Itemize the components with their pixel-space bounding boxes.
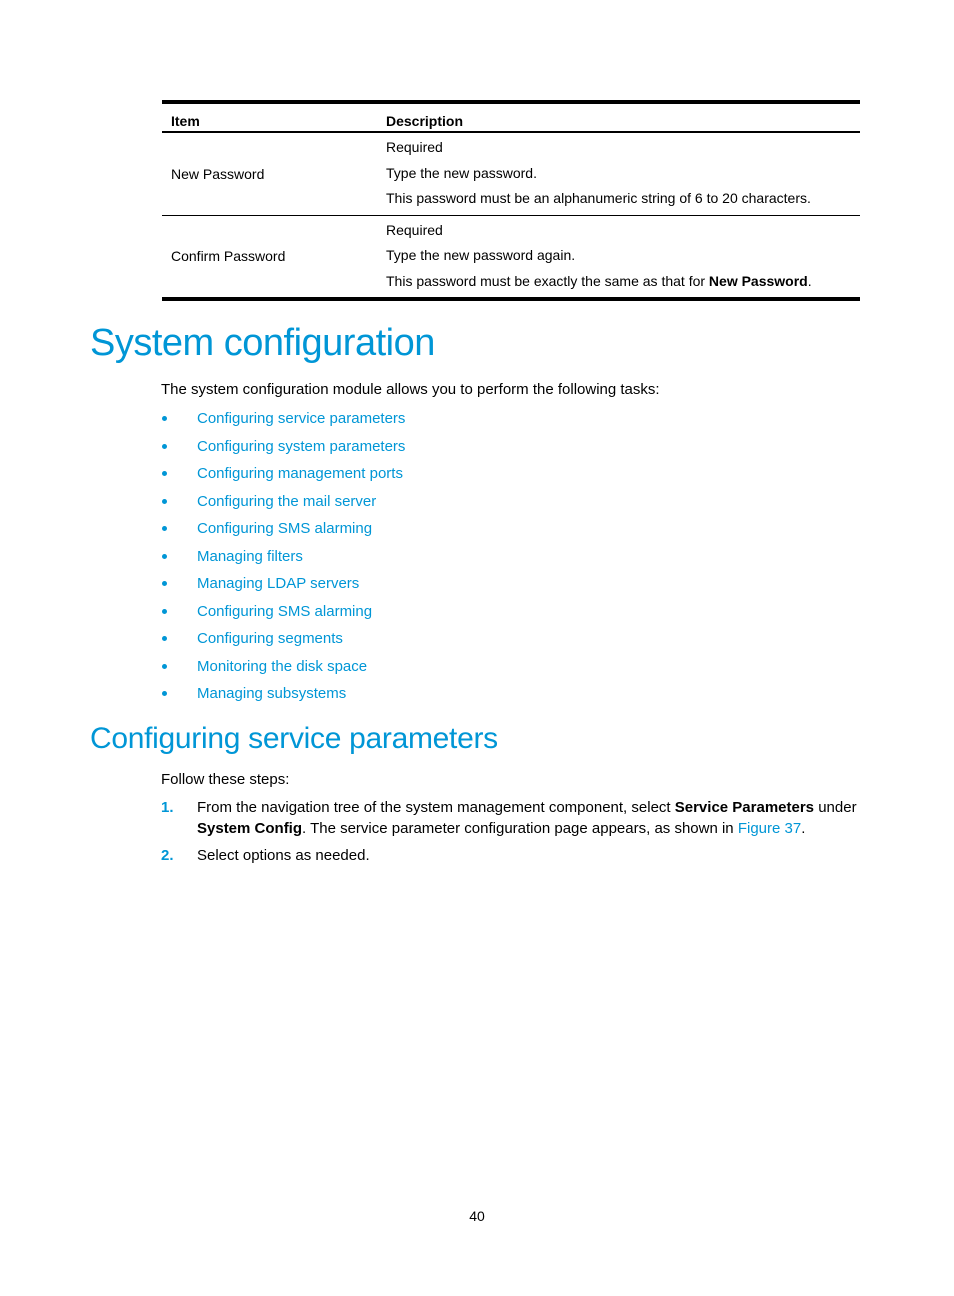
step-text-part: .	[801, 820, 806, 837]
bullet-icon	[162, 581, 167, 587]
steps-list: 1. From the navigation tree of the syste…	[161, 797, 871, 872]
figure-link[interactable]: Figure 37	[738, 820, 801, 837]
desc-line: This password must be an alphanumeric st…	[386, 190, 811, 206]
task-link[interactable]: Managing LDAP servers	[197, 570, 359, 598]
task-link[interactable]: Configuring management ports	[197, 460, 403, 488]
bullet-icon	[162, 608, 167, 614]
bullet-icon	[162, 498, 167, 504]
task-link[interactable]: Configuring segments	[197, 625, 343, 653]
section-title-configuring-service-parameters: Configuring service parameters	[90, 722, 498, 755]
task-link[interactable]: Configuring SMS alarming	[197, 515, 372, 543]
row-description: Required Type the new password. This pas…	[386, 133, 860, 215]
section-title-system-configuration: System configuration	[90, 322, 435, 364]
header-item: Item	[171, 113, 200, 129]
task-link[interactable]: Configuring service parameters	[197, 405, 405, 433]
row-description: Required Type the new password again. Th…	[386, 216, 860, 298]
step-item: 2. Select options as needed.	[161, 845, 871, 866]
list-item: Managing LDAP servers	[160, 570, 405, 598]
bullet-icon	[162, 663, 167, 669]
step-text-part: under	[814, 799, 857, 816]
bullet-icon	[162, 636, 167, 642]
step-text: From the navigation tree of the system m…	[197, 797, 871, 839]
list-item: Configuring system parameters	[160, 433, 405, 461]
task-link[interactable]: Configuring the mail server	[197, 488, 376, 516]
task-link[interactable]: Managing filters	[197, 543, 303, 571]
step-number: 1.	[161, 799, 174, 816]
desc-line: This password must be exactly the same a…	[386, 269, 860, 295]
bullet-icon	[162, 443, 167, 449]
row-item: New Password	[171, 165, 265, 182]
desc-line: Required	[386, 221, 443, 238]
list-item: Configuring SMS alarming	[160, 515, 405, 543]
list-item: Monitoring the disk space	[160, 653, 405, 681]
step-text-part: From the navigation tree of the system m…	[197, 799, 675, 816]
list-item: Managing filters	[160, 543, 405, 571]
header-description: Description	[386, 113, 464, 129]
task-link[interactable]: Monitoring the disk space	[197, 653, 367, 681]
parameter-table: Item Description New Password Required T…	[162, 100, 860, 301]
desc-line: Type the new password again.	[386, 247, 576, 263]
list-item: Configuring SMS alarming	[160, 598, 405, 626]
desc-bold-term: New Password	[708, 272, 808, 289]
desc-line: Required	[386, 139, 443, 155]
page-number: 40	[469, 1208, 485, 1224]
step-text-part: . The service parameter configuration pa…	[302, 820, 738, 837]
step-bold-term: System Config	[197, 820, 303, 837]
step-bold-term: Service Parameters	[674, 799, 815, 816]
steps-intro: Follow these steps:	[161, 771, 290, 788]
bullet-icon	[162, 553, 167, 559]
desc-line: Type the new password.	[386, 164, 537, 181]
list-item: Configuring segments	[160, 625, 405, 653]
desc-text: This password must be exactly the same a…	[386, 272, 709, 289]
table-header: Item Description	[162, 104, 860, 133]
task-link-list: Configuring service parameters Configuri…	[160, 405, 405, 708]
bullet-icon	[162, 416, 167, 422]
list-item: Configuring the mail server	[160, 488, 405, 516]
bullet-icon	[162, 471, 167, 477]
task-link[interactable]: Managing subsystems	[197, 680, 346, 708]
step-number: 2.	[161, 847, 174, 864]
row-item: Confirm Password	[171, 248, 286, 265]
task-link[interactable]: Configuring system parameters	[197, 433, 405, 461]
list-item: Configuring management ports	[160, 460, 405, 488]
table-row: Confirm Password Required Type the new p…	[162, 214, 860, 298]
desc-text: .	[807, 272, 812, 289]
bullet-icon	[162, 526, 167, 532]
bullet-icon	[162, 691, 167, 697]
task-link[interactable]: Configuring SMS alarming	[197, 598, 372, 626]
table-row: New Password Required Type the new passw…	[162, 133, 860, 215]
list-item: Managing subsystems	[160, 680, 405, 708]
step-text: Select options as needed.	[197, 847, 370, 864]
step-item: 1. From the navigation tree of the syste…	[161, 797, 871, 839]
list-item: Configuring service parameters	[160, 405, 405, 433]
section-intro: The system configuration module allows y…	[161, 381, 660, 398]
